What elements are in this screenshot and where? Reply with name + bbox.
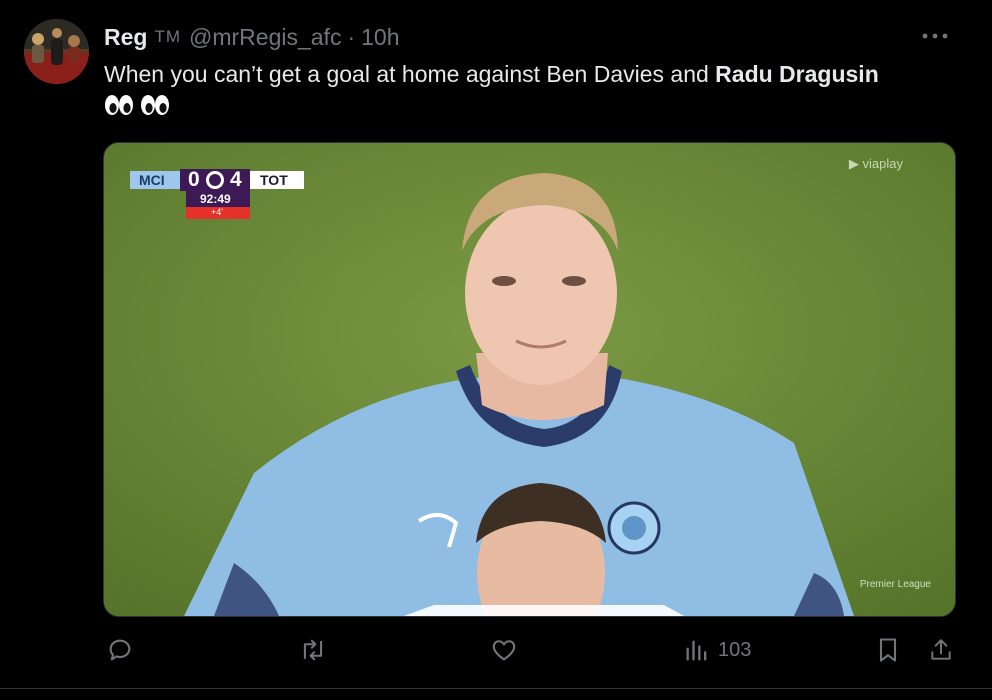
views-icon xyxy=(686,640,707,661)
eyes-emoji xyxy=(141,95,169,115)
home-score: 0 xyxy=(188,168,200,191)
views-count: 103 xyxy=(718,638,752,661)
match-clock: 92:49 xyxy=(200,192,231,206)
retweet-button[interactable] xyxy=(298,636,328,664)
avatar[interactable] xyxy=(24,19,89,84)
tweet-media-image[interactable]: MCI 0 4 TOT 92:49 +4' ▶ viaplay Premier … xyxy=(103,142,956,617)
tweet-text: When you can’t get a goal at home agains… xyxy=(104,58,964,125)
more-dots-icon[interactable] xyxy=(920,26,950,46)
like-button[interactable] xyxy=(490,636,518,664)
views-button[interactable]: 103 xyxy=(684,636,751,664)
tweet-text-bold: Radu Dragusin xyxy=(715,61,879,87)
share-icon xyxy=(931,639,951,660)
eyes-emoji-group xyxy=(104,93,170,117)
tweet-actions: 103 xyxy=(0,630,992,674)
name-badge: TM xyxy=(154,27,181,46)
separator: · xyxy=(347,23,356,50)
retweet-icon xyxy=(303,639,323,661)
away-team: TOT xyxy=(260,172,288,188)
tweet-text-plain: When you can’t get a goal at home agains… xyxy=(104,61,716,87)
scorebug: MCI 0 4 TOT 92:49 +4' xyxy=(130,167,320,219)
display-name[interactable]: Reg xyxy=(104,24,147,51)
divider xyxy=(0,688,992,689)
heart-icon xyxy=(492,640,516,661)
bookmark-button[interactable] xyxy=(876,636,900,664)
broadcaster-label: viaplay xyxy=(862,156,903,171)
added-time: +4' xyxy=(211,207,223,217)
league-watermark: Premier League xyxy=(859,579,931,590)
reply-icon xyxy=(109,639,131,661)
eyes-emoji xyxy=(105,95,133,115)
timestamp[interactable]: 10h xyxy=(361,24,399,51)
broadcaster-logo: ▶ viaplay xyxy=(849,156,903,172)
share-button[interactable] xyxy=(928,636,954,664)
tweet: Reg TM @mrRegis_afc · 10h When you can’t… xyxy=(0,0,992,700)
play-icon: ▶ xyxy=(848,156,863,171)
bookmark-icon xyxy=(879,638,897,662)
tweet-header: Reg TM @mrRegis_afc · 10h xyxy=(104,22,400,52)
user-handle[interactable]: @mrRegis_afc xyxy=(189,24,341,51)
reply-button[interactable] xyxy=(106,636,134,664)
home-team: MCI xyxy=(139,172,165,188)
away-score: 4 xyxy=(230,168,242,191)
